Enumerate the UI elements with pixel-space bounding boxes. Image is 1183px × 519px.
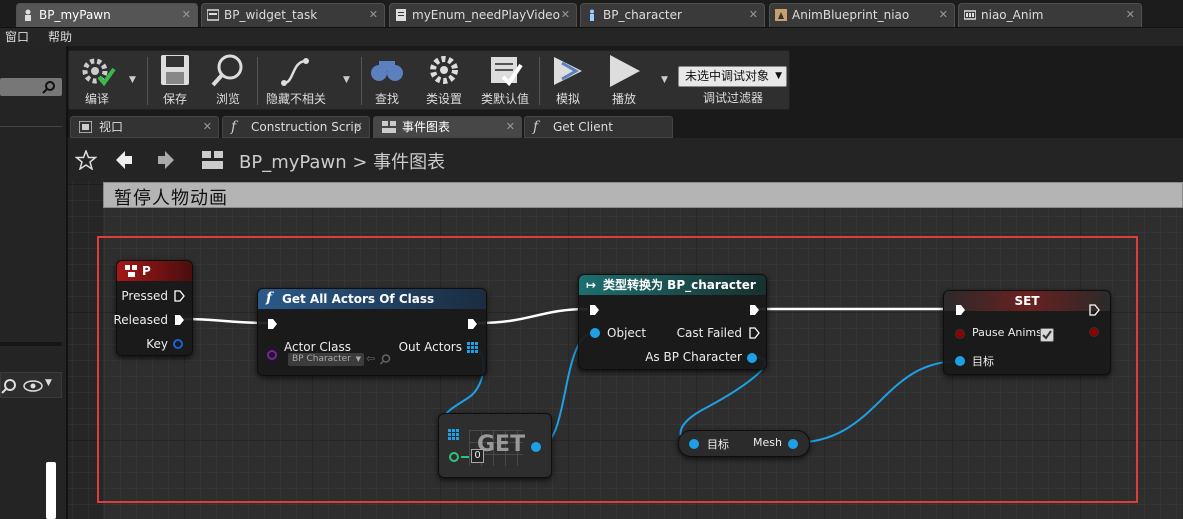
tab-event-graph[interactable]: 事件图表 ✕ [373, 116, 522, 138]
forward-arrow-icon[interactable] [156, 150, 176, 170]
menu-bar: 窗口 帮助 [0, 28, 1183, 46]
anim-blueprint-icon [775, 9, 787, 21]
close-icon[interactable]: ✕ [749, 4, 758, 26]
function-icon: f [231, 119, 237, 135]
function-icon: f [533, 119, 539, 135]
play-button[interactable]: 播放 [599, 53, 649, 109]
blueprint-pawn-icon [25, 9, 31, 21]
close-icon[interactable]: ✕ [1126, 4, 1135, 26]
breadcrumb: BP_myPawn > 事件图表 [239, 148, 445, 174]
doc-tab-animblueprint[interactable]: AnimBlueprint_niao ✕ [769, 3, 955, 27]
doc-tab-label: BP_myPawn [39, 8, 111, 22]
menu-help[interactable]: 帮助 [48, 28, 72, 46]
highlight-rectangle [97, 236, 1138, 503]
toolbar-separator [257, 57, 258, 105]
toolbar-separator [361, 57, 362, 105]
chevron-down-icon: ▼ [775, 71, 782, 81]
viewport-icon [79, 121, 92, 133]
details-toolbar: ▼ [0, 372, 62, 398]
panel-divider [0, 126, 62, 127]
doc-tab-bp-character[interactable]: BP_character ✕ [580, 3, 765, 27]
tab-construction-script[interactable]: f Construction Scrip ✕ [222, 116, 370, 138]
hide-unrelated-curve-icon [281, 58, 309, 86]
simulate-button[interactable]: 模拟 [543, 53, 593, 109]
doc-tab-label: BP_widget_task [224, 8, 318, 22]
browse-button[interactable]: 浏览 [203, 53, 253, 109]
search-icon[interactable] [1, 378, 17, 394]
chevron-down-icon[interactable]: ▼ [45, 378, 52, 388]
play-icon [610, 55, 640, 87]
close-icon[interactable]: ✕ [939, 4, 948, 26]
left-panel: ▼ [0, 46, 68, 519]
comment-title: 暂停人物动画 [114, 188, 228, 209]
compile-options-dropdown[interactable]: ▼ [129, 75, 136, 85]
blueprint-character-icon [590, 9, 594, 21]
class-defaults-button[interactable]: 类默认值 [475, 53, 535, 109]
class-defaults-checklist-icon [491, 57, 523, 87]
compile-gear-icon [82, 58, 116, 87]
play-options-dropdown[interactable]: ▼ [661, 75, 668, 85]
comment-header[interactable]: 暂停人物动画 [103, 182, 1183, 209]
eye-icon[interactable] [23, 379, 43, 393]
doc-tab-label: niao_Anim [981, 8, 1044, 22]
panel-splitter[interactable] [0, 342, 62, 346]
blueprint-editor-window: BP_myPawn ✕ BP_widget_task ✕ myEnum_need… [0, 0, 1183, 519]
close-icon[interactable]: ✕ [203, 117, 212, 137]
tab-viewport[interactable]: 视口 ✕ [70, 116, 219, 138]
class-settings-gear-icon [430, 56, 458, 84]
doc-tab-label: AnimBlueprint_niao [792, 8, 910, 22]
doc-tab-label: BP_character [603, 8, 682, 22]
compile-button[interactable]: 编译 [73, 53, 121, 109]
toolbar-separator [539, 57, 540, 105]
breadcrumb-bar: BP_myPawn > 事件图表 [68, 138, 1183, 182]
back-arrow-icon[interactable] [114, 150, 134, 170]
enum-document-icon [396, 9, 406, 21]
hide-unrelated-button[interactable]: 隐藏不相关 [261, 53, 331, 109]
debug-object-select[interactable]: 未选中调试对象 ▼ [678, 66, 787, 87]
document-tab-bar: BP_myPawn ✕ BP_widget_task ✕ myEnum_need… [0, 0, 1183, 28]
find-binoculars-icon [371, 61, 403, 81]
close-icon[interactable]: ✕ [561, 4, 570, 26]
tab-get-client[interactable]: f Get Client [524, 116, 673, 138]
simulate-icon [554, 57, 582, 85]
blueprint-toolbar: 编译 ▼ 保存 浏览 隐藏不相关 ▼ 查找 类设置 类默认值 模拟 播放 ▼ 未… [68, 50, 790, 110]
doc-tab-myenum[interactable]: myEnum_needPlayVideo ✕ [389, 3, 577, 27]
close-icon[interactable]: ✕ [369, 4, 378, 26]
breadcrumb-separator: > [352, 152, 368, 173]
save-button[interactable]: 保存 [151, 53, 199, 109]
anim-sequence-icon [964, 10, 976, 20]
star-icon[interactable] [75, 150, 97, 170]
doc-tab-bp-mypawn[interactable]: BP_myPawn ✕ [16, 3, 198, 27]
doc-tab-bp-widget-task[interactable]: BP_widget_task ✕ [201, 3, 385, 27]
search-icon [42, 81, 55, 94]
save-disk-icon [161, 55, 189, 85]
breadcrumb-blueprint[interactable]: BP_myPawn [239, 152, 347, 173]
debug-filter-label: 调试过滤器 [703, 91, 764, 105]
event-graph-icon [202, 151, 223, 169]
menu-window[interactable]: 窗口 [5, 28, 29, 46]
hide-unrelated-dropdown[interactable]: ▼ [343, 75, 350, 85]
breadcrumb-graph[interactable]: 事件图表 [373, 152, 445, 173]
class-settings-button[interactable]: 类设置 [419, 53, 469, 109]
graph-tab-bar: 视口 ✕ f Construction Scrip ✕ 事件图表 ✕ f Get… [68, 114, 1183, 138]
search-input[interactable] [0, 78, 62, 96]
doc-tab-label: myEnum_needPlayVideo [412, 8, 560, 22]
widget-blueprint-icon [207, 9, 219, 21]
scrollbar[interactable] [46, 462, 56, 519]
toolbar-separator [147, 57, 148, 105]
close-icon[interactable]: ✕ [182, 4, 191, 26]
event-graph-icon [382, 121, 396, 133]
close-icon[interactable]: ✕ [506, 117, 515, 137]
find-button[interactable]: 查找 [365, 53, 409, 109]
doc-tab-niao-anim[interactable]: niao_Anim ✕ [958, 3, 1142, 27]
close-icon[interactable]: ✕ [354, 117, 363, 137]
browse-magnifier-icon [211, 54, 243, 87]
